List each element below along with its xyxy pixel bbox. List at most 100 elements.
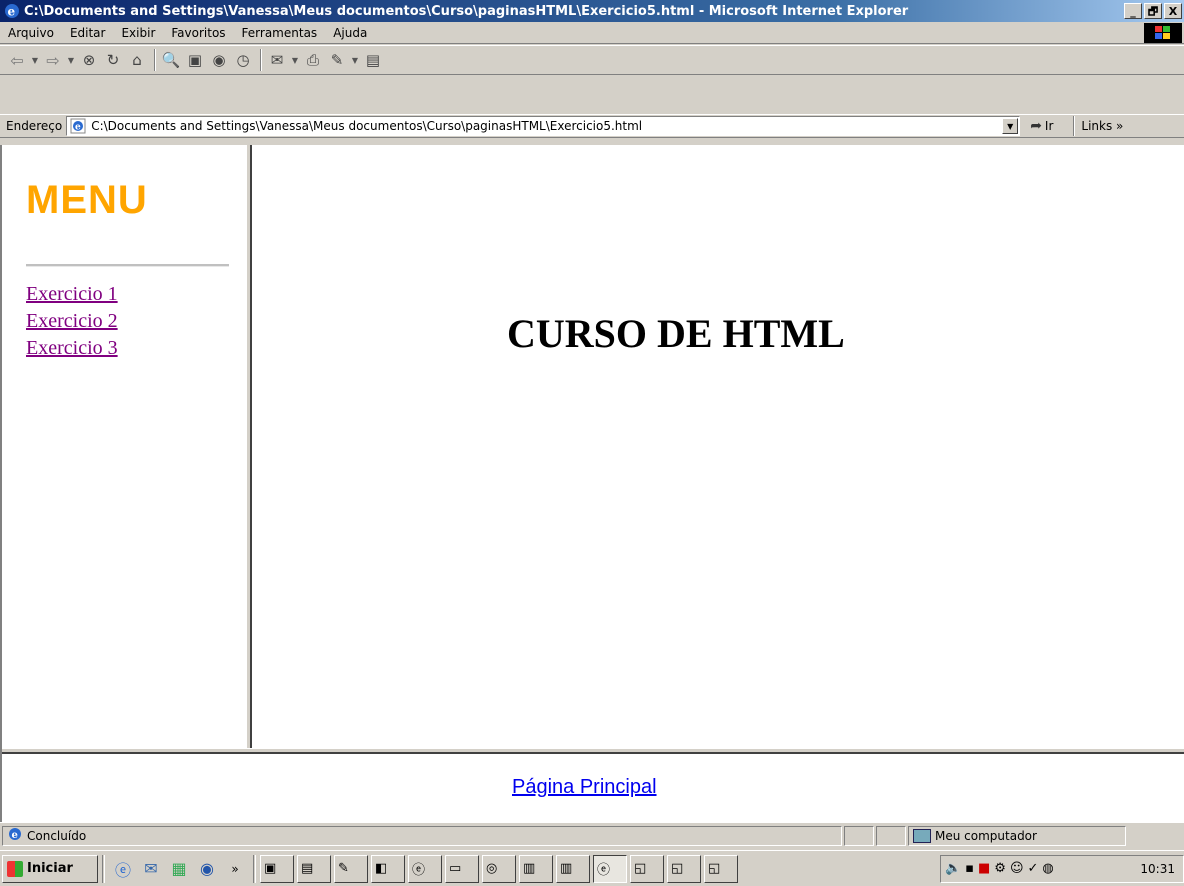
page-icon: e [69, 118, 87, 134]
taskbar-app-button[interactable]: ◱ [704, 854, 738, 883]
menu-arquivo[interactable]: Arquivo [0, 26, 62, 40]
taskbar-app-button[interactable]: ▥ [519, 854, 553, 883]
link-exercicio-3[interactable]: Exercicio 3 [26, 335, 118, 362]
network-icon[interactable]: ▪ [965, 861, 974, 876]
page-content: MENU Exercicio 1 Exercicio 2 Exercicio 3… [0, 145, 1184, 822]
mail-icon[interactable]: ✉ [266, 49, 288, 71]
address-label: Endereço [6, 119, 63, 133]
main-heading: CURSO DE HTML [507, 311, 845, 356]
nav-links: Exercicio 1 Exercicio 2 Exercicio 3 [26, 281, 118, 362]
forward-arrow-icon[interactable]: ⇨ [42, 49, 64, 71]
menu-exibir[interactable]: Exibir [113, 26, 163, 40]
search-icon[interactable]: 🔍 [160, 49, 182, 71]
back-arrow-icon[interactable]: ⇦ [6, 49, 28, 71]
edit-dropdown-icon[interactable]: ▼ [350, 49, 360, 71]
maximize-button[interactable]: 🗗 [1144, 3, 1162, 19]
stop-icon[interactable]: ⊗ [78, 49, 100, 71]
status-page-icon: e [7, 827, 23, 844]
taskbar-app-button[interactable]: ◱ [630, 854, 664, 883]
computer-icon [913, 828, 931, 843]
system-tray: 🔈 ▪ ■ ⚙ ☺ ✓ ◍ 10:31 [940, 854, 1184, 883]
history-icon[interactable]: ◷ [232, 49, 254, 71]
address-url[interactable]: C:\Documents and Settings\Vanessa\Meus d… [91, 119, 1002, 133]
menu-ajuda[interactable]: Ajuda [325, 26, 375, 40]
forward-dropdown-icon[interactable]: ▼ [66, 49, 76, 71]
links-button[interactable]: Links » [1081, 119, 1123, 133]
status-text-panel: e Concluído [2, 825, 842, 846]
menu-favoritos[interactable]: Favoritos [163, 26, 233, 40]
taskbar-app-button-active[interactable]: ⓔ [593, 854, 627, 883]
taskbar-app-button[interactable]: ▣ [260, 854, 294, 883]
link-exercicio-1[interactable]: Exercicio 1 [26, 281, 118, 308]
media-icon[interactable]: ◉ [208, 49, 230, 71]
svg-text:e: e [75, 123, 81, 133]
back-dropdown-icon[interactable]: ▼ [30, 49, 40, 71]
close-button[interactable]: X [1164, 3, 1182, 19]
toolbar-separator [260, 49, 262, 71]
home-icon[interactable]: ⌂ [126, 49, 148, 71]
quicklaunch-desktop-icon[interactable]: ▦ [168, 858, 190, 880]
menu-editar[interactable]: Editar [62, 26, 114, 40]
address-dropdown-icon[interactable]: ▼ [1002, 118, 1019, 134]
quicklaunch-media-icon[interactable]: ◉ [196, 858, 218, 880]
messenger-icon[interactable]: ☺ [1010, 861, 1024, 876]
clock[interactable]: 10:31 [1140, 862, 1175, 876]
volume-icon[interactable]: 🔈 [945, 861, 961, 876]
menu-bar: Arquivo Editar Exibir Favoritos Ferramen… [0, 22, 1184, 44]
horizontal-rule [26, 264, 229, 267]
menu-title: MENU [26, 178, 148, 222]
bottom-frame: Página Principal [2, 754, 1184, 822]
security-zone: Meu computador [908, 825, 1126, 846]
status-cell [844, 825, 874, 846]
frame-splitter-vertical[interactable] [246, 145, 252, 748]
mail-dropdown-icon[interactable]: ▼ [290, 49, 300, 71]
quicklaunch-more-icon[interactable]: » [224, 858, 246, 880]
print-icon[interactable]: ⎙ [302, 49, 324, 71]
status-text: Concluído [27, 828, 87, 843]
taskbar-app-button[interactable]: ✎ [334, 854, 368, 883]
windows-logo-icon [1144, 23, 1182, 43]
zone-label: Meu computador [935, 828, 1037, 843]
go-label: Ir [1044, 119, 1054, 133]
menu-ferramentas[interactable]: Ferramentas [234, 26, 326, 40]
discuss-icon[interactable]: ▤ [362, 49, 384, 71]
ie-icon: e [5, 4, 19, 19]
link-exercicio-2[interactable]: Exercicio 2 [26, 308, 118, 335]
taskbar: Iniciar ⓔ ✉ ▦ ◉ » ▣ ▤ ✎ ◧ ⓔ ▭ ◎ ▥ ▥ ⓔ ◱ … [0, 850, 1184, 886]
windows-flag-icon [7, 860, 23, 877]
taskbar-separator [102, 854, 105, 883]
address-field[interactable]: e C:\Documents and Settings\Vanessa\Meus… [66, 116, 1021, 136]
quicklaunch-outlook-icon[interactable]: ✉ [140, 858, 162, 880]
taskbar-app-button[interactable]: ◧ [371, 854, 405, 883]
taskbar-app-button[interactable]: ⓔ [408, 854, 442, 883]
left-frame: MENU Exercicio 1 Exercicio 2 Exercicio 3 [9, 148, 246, 748]
connection-icon[interactable]: ⚙ [994, 861, 1006, 876]
tray-globe-icon[interactable]: ◍ [1042, 861, 1053, 876]
svg-text:e: e [8, 5, 16, 19]
toolbar-separator [154, 49, 156, 71]
taskbar-app-button[interactable]: ▥ [556, 854, 590, 883]
taskbar-app-button[interactable]: ◱ [667, 854, 701, 883]
links-separator [1073, 116, 1076, 136]
refresh-icon[interactable]: ↻ [102, 49, 124, 71]
start-label: Iniciar [27, 861, 73, 876]
quicklaunch-ie-icon[interactable]: ⓔ [112, 858, 134, 880]
go-button[interactable]: ➦ Ir [1030, 118, 1053, 134]
edit-icon[interactable]: ✎ [326, 49, 348, 71]
taskbar-app-button[interactable]: ▤ [297, 854, 331, 883]
title-bar: e C:\Documents and Settings\Vanessa\Meus… [0, 0, 1184, 22]
taskbar-app-button[interactable]: ▭ [445, 854, 479, 883]
go-arrow-icon: ➦ [1030, 118, 1042, 134]
tray-app-icon[interactable]: ✓ [1028, 861, 1039, 876]
address-bar: Endereço e C:\Documents and Settings\Van… [0, 114, 1184, 138]
start-button[interactable]: Iniciar [2, 854, 98, 883]
taskbar-app-button[interactable]: ◎ [482, 854, 516, 883]
minimize-button[interactable]: _ [1124, 3, 1142, 19]
taskbar-separator [253, 854, 256, 883]
favorites-icon[interactable]: ▣ [184, 49, 206, 71]
window-title: C:\Documents and Settings\Vanessa\Meus d… [24, 3, 909, 19]
antivirus-icon[interactable]: ■ [978, 861, 990, 876]
standard-toolbar: ⇦ ▼ ⇨ ▼ ⊗ ↻ ⌂ 🔍 ▣ ◉ ◷ ✉ ▼ ⎙ ✎ ▼ ▤ [0, 45, 1184, 75]
svg-text:e: e [12, 830, 18, 841]
link-pagina-principal[interactable]: Página Principal [512, 776, 657, 799]
